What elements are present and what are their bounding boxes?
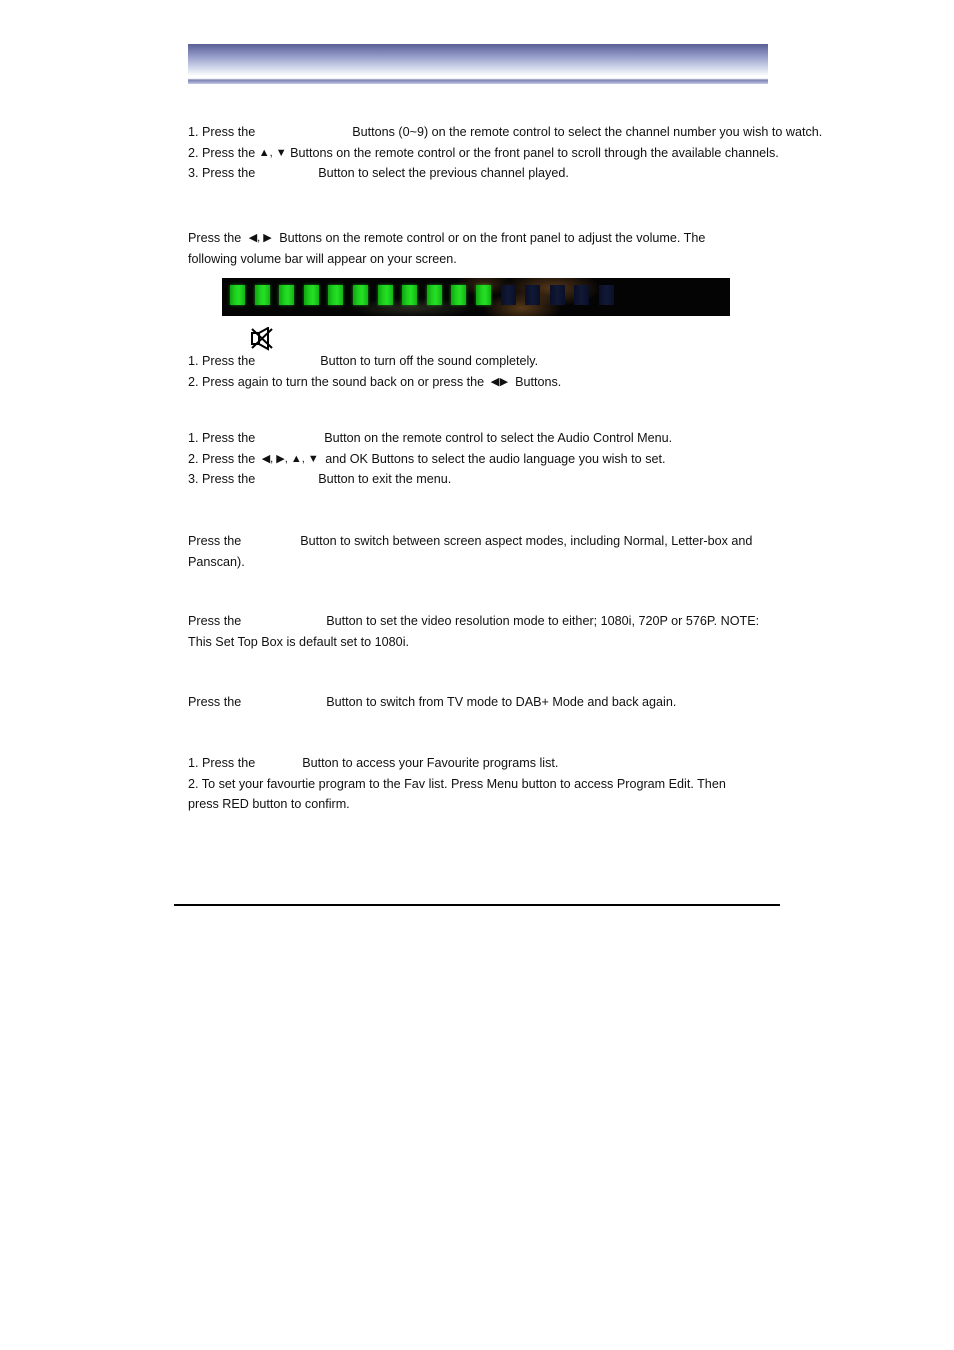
volume-segment-empty [574, 285, 590, 305]
volume-segment-filled [377, 285, 393, 305]
volume-segment-empty [525, 285, 541, 305]
instruction-text: 2. Press again to turn the sound back on… [188, 374, 485, 389]
missing-button-image [259, 471, 315, 483]
instruction-text: Button to exit the menu. [318, 472, 452, 486]
volume-segment-filled [353, 285, 368, 305]
instruction-line: 2. To set your favourtie program to the … [188, 774, 768, 795]
instruction-text: Press the [188, 534, 242, 548]
missing-button-image [259, 124, 349, 136]
instruction-line: 2. Press the ◀, ▶, ▲, ▼ and OK Buttons t… [188, 449, 768, 470]
volume-segment-empty [500, 285, 516, 305]
instruction-line: 1. Press the Button to turn off the soun… [188, 351, 768, 372]
header-gradient-banner [188, 44, 768, 84]
direction-arrows-icon: ◀, ▶, ▲, ▼ [261, 452, 319, 465]
instruction-text: Buttons. [515, 374, 562, 389]
mute-speaker-crossed-icon [248, 326, 276, 353]
missing-button-image [259, 165, 315, 177]
instruction-text: 3. Press the [188, 166, 256, 180]
missing-button-image [245, 533, 297, 545]
instruction-text: Press the [188, 231, 242, 245]
volume-segment-filled [451, 285, 467, 305]
instruction-line: 1. Press the Button to access your Favou… [188, 753, 768, 774]
instruction-text: 1. Press the [188, 431, 256, 445]
left-right-arrow-icon: ◀, ▶ [248, 232, 272, 244]
instruction-text: Panscan). [188, 554, 245, 569]
instruction-text: Buttons (0~9) on the remote control to s… [352, 125, 823, 139]
instruction-line: 1. Press the Buttons (0~9) on the remote… [188, 122, 822, 143]
instruction-text: and OK Buttons to select the audio langu… [325, 451, 666, 466]
instruction-text: Press the [188, 614, 242, 628]
instruction-line: press RED button to confirm. [188, 794, 768, 815]
instruction-text: Button to turn off the sound completely. [320, 354, 539, 368]
missing-button-image [259, 353, 317, 365]
instruction-text: 1. Press the [188, 756, 256, 770]
instruction-line: Press the Button to switch between scree… [188, 531, 768, 552]
instruction-text: 2. Press the [188, 451, 256, 466]
volume-segment-empty [549, 285, 565, 305]
volume-segment-filled [402, 285, 418, 305]
section-video-resolution: Press the Button to set the video resolu… [188, 611, 768, 652]
section-aspect-ratio: Press the Button to switch between scree… [188, 531, 768, 572]
missing-button-image [245, 694, 323, 706]
section-channel-selection: 1. Press the Buttons (0~9) on the remote… [188, 122, 822, 184]
volume-segment-filled [230, 285, 245, 305]
up-down-arrow-icon: ▲, ▼ [258, 146, 287, 159]
volume-segment-filled [426, 285, 442, 305]
instruction-text: Button to switch from TV mode to DAB+ Mo… [326, 695, 677, 709]
manual-page: 1. Press the Buttons (0~9) on the remote… [0, 0, 954, 1350]
volume-segment-filled [279, 285, 295, 305]
instruction-text: Press the [188, 695, 242, 709]
instruction-text: press RED button to confirm. [188, 797, 350, 811]
instruction-line: 2. Press again to turn the sound back on… [188, 372, 768, 393]
volume-segment-filled [476, 285, 491, 305]
instruction-text: This Set Top Box is default set to 1080i… [188, 634, 409, 649]
section-volume-control: Press the ◀, ▶ Buttons on the remote con… [188, 228, 736, 270]
instruction-text: 3. Press the [188, 472, 256, 486]
instruction-line: 3. Press the Button to select the previo… [188, 163, 768, 184]
instruction-line: Press the Button to switch from TV mode … [188, 692, 768, 713]
instruction-line: Press the Button to set the video resolu… [188, 611, 768, 632]
section-favourites: 1. Press the Button to access your Favou… [188, 753, 768, 815]
missing-button-image [245, 613, 323, 625]
section-audio-control: 1. Press the Button on the remote contro… [188, 428, 768, 490]
instruction-text: Button to set the video resolution mode … [326, 614, 760, 628]
missing-button-image [259, 430, 321, 442]
footer-divider [174, 904, 780, 906]
instruction-text: Button to select the previous channel pl… [318, 166, 569, 180]
instruction-line: 1. Press the Button on the remote contro… [188, 428, 768, 449]
left-right-arrow-icon: ◀▶ [490, 375, 509, 388]
instruction-text: 2. Press the [188, 145, 256, 160]
instruction-text: Button to switch between screen aspect m… [300, 534, 753, 548]
instruction-text: Button on the remote control to select t… [324, 431, 673, 445]
instruction-line: 3. Press the Button to exit the menu. [188, 469, 768, 490]
instruction-text: 1. Press the [188, 125, 256, 139]
instruction-text: 2. To set your favourtie program to the … [188, 776, 726, 791]
volume-segment-filled [254, 285, 270, 305]
volume-segment-empty [599, 285, 614, 305]
missing-button-image [259, 755, 299, 767]
instruction-text: Buttons on the remote control or the fro… [290, 145, 779, 160]
section-dab-mode: Press the Button to switch from TV mode … [188, 692, 768, 713]
instruction-text: Button to access your Favourite programs… [302, 756, 559, 770]
volume-segment-filled [303, 285, 319, 305]
instruction-line: Press the ◀, ▶ Buttons on the remote con… [188, 228, 736, 270]
instruction-line: This Set Top Box is default set to 1080i… [188, 632, 768, 653]
instruction-line: Panscan). [188, 552, 768, 573]
volume-segment-filled [328, 285, 344, 305]
section-mute-control: 1. Press the Button to turn off the soun… [188, 351, 768, 392]
volume-bar-screenshot [222, 278, 730, 316]
instruction-text: 1. Press the [188, 354, 256, 368]
instruction-line: 2. Press the ▲, ▼ Buttons on the remote … [188, 143, 779, 164]
